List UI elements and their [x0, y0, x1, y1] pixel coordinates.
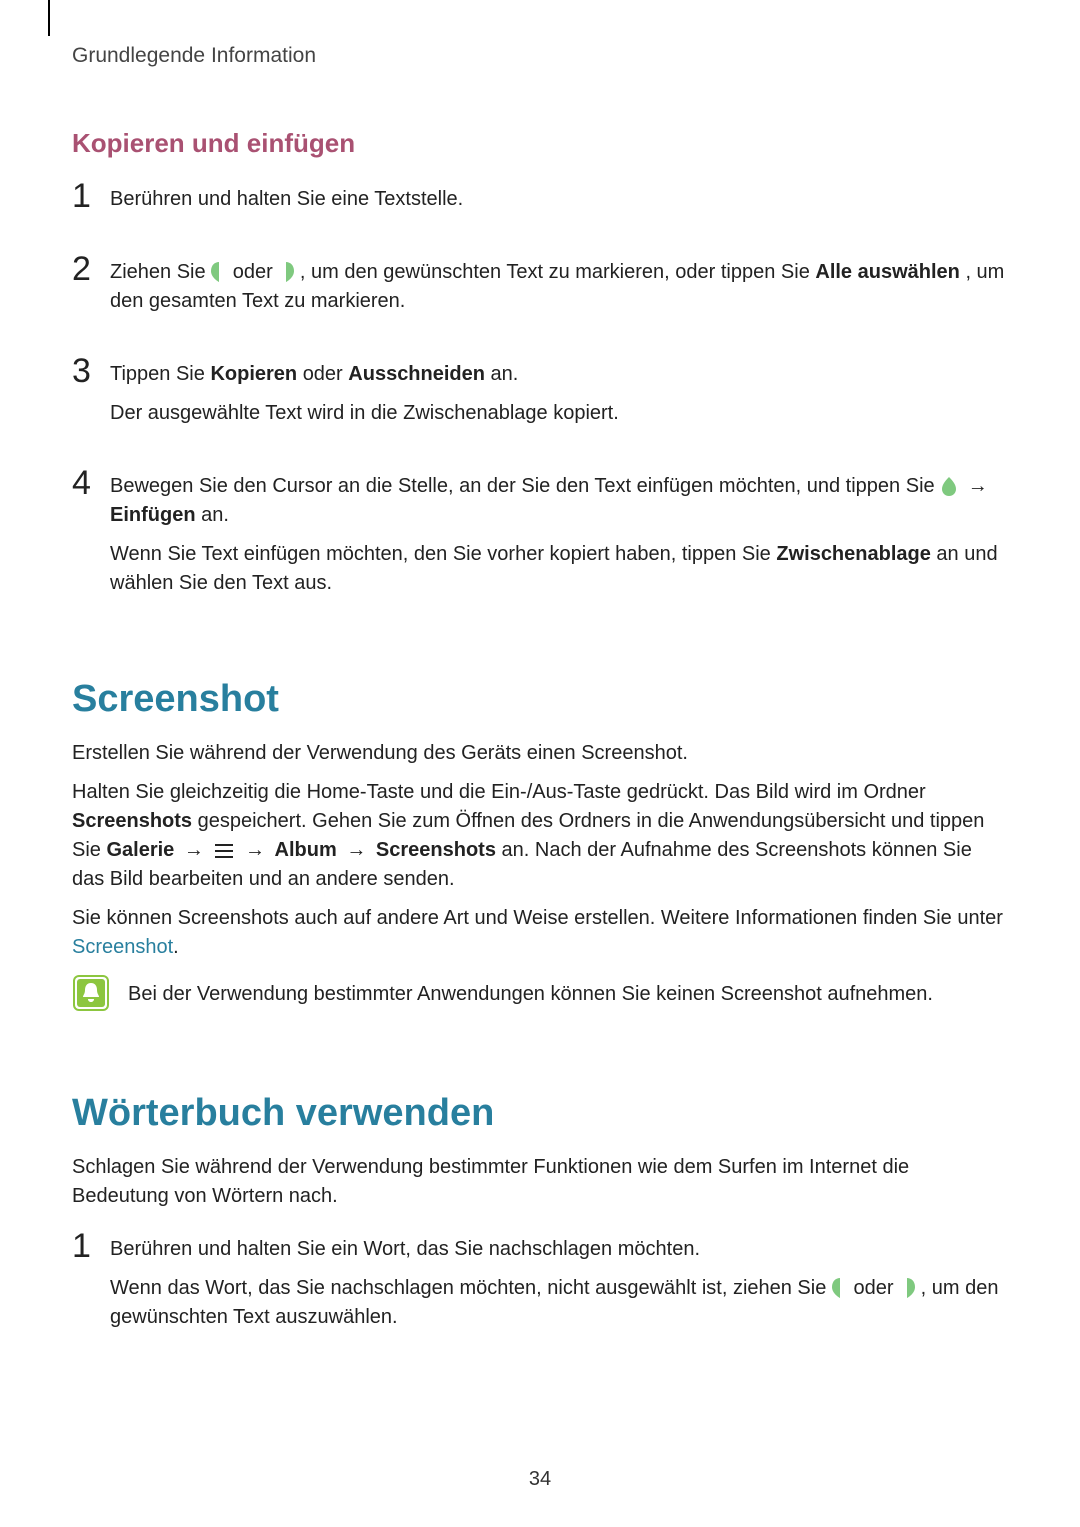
bold-text: Alle auswählen [815, 261, 960, 283]
text-fragment: Sie können Screenshots auch auf andere A… [72, 907, 1003, 929]
step-text: Berühren und halten Sie ein Wort, das Si… [110, 1235, 1008, 1264]
bold-text: Galerie [106, 839, 174, 861]
text-fragment: Tippen Sie [110, 363, 210, 385]
bold-text: Screenshots [72, 810, 192, 832]
step-number: 3 [72, 354, 94, 388]
step-text: Wenn Sie Text einfügen möchten, den Sie … [110, 540, 1008, 598]
selection-handle-left-icon [211, 262, 227, 282]
heading-dictionary: Wörterbuch verwenden [72, 1092, 1008, 1135]
step-text: Tippen Sie Kopieren oder Ausschneiden an… [110, 360, 619, 389]
steps-copy-paste: 1 Berühren und halten Sie eine Textstell… [72, 179, 1008, 608]
arrow-icon: → [241, 836, 269, 865]
top-margin-mark [48, 0, 50, 36]
paragraph: Erstellen Sie während der Verwendung des… [72, 739, 1008, 768]
selection-handle-right-icon [899, 1278, 915, 1298]
text-fragment: . [173, 936, 179, 958]
step-number: 1 [72, 179, 94, 213]
menu-icon [213, 843, 235, 859]
heading-screenshot: Screenshot [72, 678, 1008, 721]
page-number: 34 [0, 1468, 1080, 1491]
step-body: Bewegen Sie den Cursor an die Stelle, an… [110, 466, 1008, 608]
text-fragment: an. [491, 363, 519, 385]
bold-text: Kopieren [210, 363, 297, 385]
text-fragment: Halten Sie gleichzeitig die Home-Taste u… [72, 781, 926, 803]
text-fragment: Ziehen Sie [110, 261, 211, 283]
step-number: 4 [72, 466, 94, 500]
text-fragment: oder [233, 261, 279, 283]
paragraph: Schlagen Sie während der Verwendung best… [72, 1153, 1008, 1211]
step-number: 2 [72, 252, 94, 286]
arrow-icon: → [342, 836, 370, 865]
step-text: Bewegen Sie den Cursor an die Stelle, an… [110, 472, 1008, 530]
bold-text: Screenshots [376, 839, 496, 861]
text-fragment: Wenn das Wort, das Sie nachschlagen möch… [110, 1277, 832, 1299]
step-text: Ziehen Sie oder , um den gewünschten Tex… [110, 258, 1008, 316]
step-body: Tippen Sie Kopieren oder Ausschneiden an… [110, 354, 619, 438]
document-page: Grundlegende Information Kopieren und ei… [0, 0, 1080, 1527]
note-row: Bei der Verwendung bestimmter Anwendunge… [72, 974, 1008, 1012]
bold-text: Einfügen [110, 504, 196, 526]
arrow-icon: → [964, 472, 992, 501]
step-text: Der ausgewählte Text wird in die Zwische… [110, 399, 619, 428]
page-header: Grundlegende Information [72, 44, 1008, 68]
note-text: Bei der Verwendung bestimmter Anwendunge… [128, 974, 933, 1009]
bold-text: Zwischenablage [776, 543, 931, 565]
text-fragment: Bewegen Sie den Cursor an die Stelle, an… [110, 475, 940, 497]
step-4: 4 Bewegen Sie den Cursor an die Stelle, … [72, 466, 1008, 608]
step-body: Ziehen Sie oder , um den gewünschten Tex… [110, 252, 1008, 326]
step-1: 1 Berühren und halten Sie ein Wort, das … [72, 1229, 1008, 1342]
bold-text: Album [275, 839, 337, 861]
paragraph: Sie können Screenshots auch auf andere A… [72, 904, 1008, 962]
bold-text: Ausschneiden [348, 363, 485, 385]
selection-handle-right-icon [278, 262, 294, 282]
link-screenshot[interactable]: Screenshot [72, 936, 173, 958]
selection-handle-left-icon [832, 1278, 848, 1298]
step-body: Berühren und halten Sie eine Textstelle. [110, 179, 463, 224]
step-text: Berühren und halten Sie eine Textstelle. [110, 185, 463, 214]
text-fragment: oder [303, 363, 349, 385]
text-fragment: Wenn Sie Text einfügen möchten, den Sie … [110, 543, 776, 565]
paragraph: Halten Sie gleichzeitig die Home-Taste u… [72, 778, 1008, 894]
text-fragment: oder [853, 1277, 899, 1299]
steps-dictionary: 1 Berühren und halten Sie ein Wort, das … [72, 1229, 1008, 1342]
text-fragment: an. [201, 504, 229, 526]
note-badge-icon [72, 974, 110, 1012]
step-2: 2 Ziehen Sie oder , um den gewünschten T… [72, 252, 1008, 326]
step-3: 3 Tippen Sie Kopieren oder Ausschneiden … [72, 354, 1008, 438]
step-text: Wenn das Wort, das Sie nachschlagen möch… [110, 1274, 1008, 1332]
step-1: 1 Berühren und halten Sie eine Textstell… [72, 179, 1008, 224]
text-fragment: , um den gewünschten Text zu markieren, … [300, 261, 815, 283]
step-number: 1 [72, 1229, 94, 1263]
subheading-copy-paste: Kopieren und einfügen [72, 128, 1008, 159]
arrow-icon: → [180, 836, 208, 865]
cursor-drop-icon [940, 475, 958, 497]
step-body: Berühren und halten Sie ein Wort, das Si… [110, 1229, 1008, 1342]
